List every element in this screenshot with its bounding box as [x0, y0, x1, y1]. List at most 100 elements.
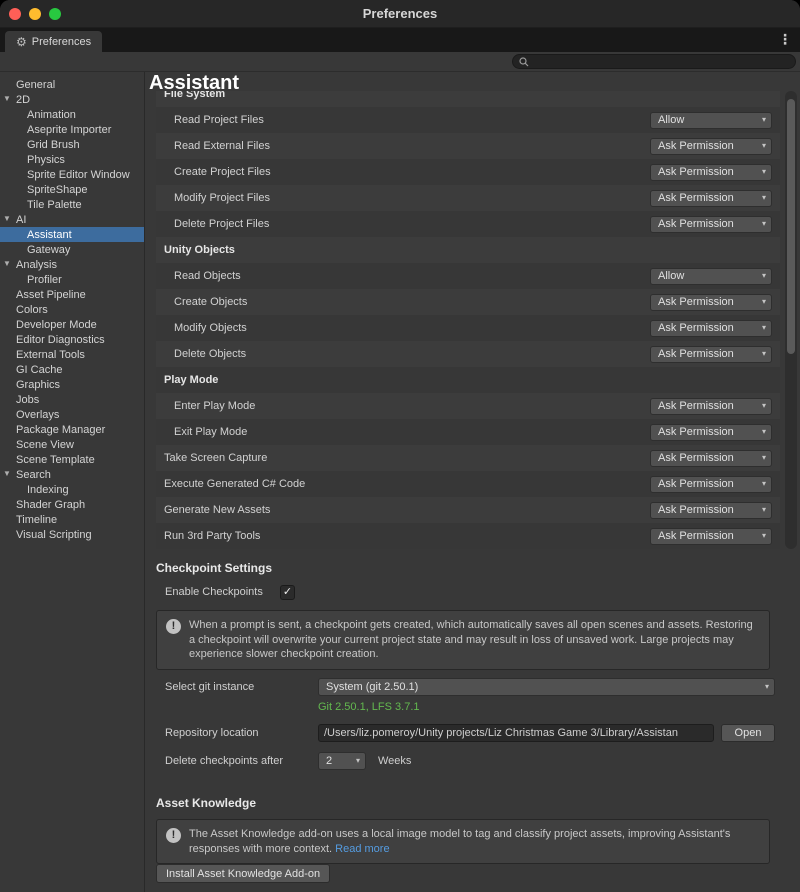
git-instance-dropdown[interactable]: System (git 2.50.1) ▾ — [318, 678, 775, 696]
permission-label: Exit Play Mode — [174, 426, 650, 438]
permission-label: Delete Project Files — [174, 218, 650, 230]
sidebar-item-label: General — [16, 79, 55, 91]
permission-dropdown[interactable]: Ask Permission ▾ — [650, 346, 772, 363]
sidebar-item[interactable]: ▼ Analysis — [0, 257, 144, 272]
sidebar-item[interactable]: ▼ Colors — [0, 302, 144, 317]
sidebar-item-label: Animation — [27, 109, 76, 121]
close-button[interactable] — [9, 8, 21, 20]
permission-dropdown[interactable]: Ask Permission ▾ — [650, 138, 772, 155]
toolbar — [0, 52, 800, 72]
permission-dropdown[interactable]: Ask Permission ▾ — [650, 450, 772, 467]
enable-checkpoints-checkbox[interactable]: ✓ — [280, 585, 295, 600]
sidebar-item[interactable]: ▼ Graphics — [0, 377, 144, 392]
sidebar-item[interactable]: ▼ Overlays — [0, 407, 144, 422]
permission-label: Create Project Files — [174, 166, 650, 178]
repository-location-label: Repository location — [165, 727, 318, 739]
sidebar-item[interactable]: ▼ GI Cache — [0, 362, 144, 377]
more-menu-button[interactable]: ⋮ — [778, 31, 792, 48]
chevron-down-icon: ▾ — [762, 272, 766, 280]
sidebar-item[interactable]: ▼ Assistant — [0, 227, 144, 242]
sidebar-item[interactable]: ▼ Sprite Editor Window — [0, 167, 144, 182]
permission-dropdown[interactable]: Ask Permission ▾ — [650, 320, 772, 337]
sidebar-item[interactable]: ▼ Aseprite Importer — [0, 122, 144, 137]
minimize-button[interactable] — [29, 8, 41, 20]
sidebar-item[interactable]: ▼ External Tools — [0, 347, 144, 362]
vertical-scrollbar[interactable] — [785, 91, 797, 549]
permission-dropdown[interactable]: Ask Permission ▾ — [650, 502, 772, 519]
sidebar-item[interactable]: ▼ Search — [0, 467, 144, 482]
permission-row: Generate New Assets Ask Permission ▾ — [156, 497, 780, 523]
delete-checkpoints-row: Delete checkpoints after 2 ▾ Weeks — [165, 752, 775, 770]
delete-after-unit: Weeks — [378, 755, 411, 767]
sidebar-item[interactable]: ▼ SpriteShape — [0, 182, 144, 197]
sidebar-item-label: GI Cache — [16, 364, 62, 376]
permission-dropdown[interactable]: Ask Permission ▾ — [650, 216, 772, 233]
sidebar-item-label: Graphics — [16, 379, 60, 391]
read-more-link[interactable]: Read more — [335, 843, 389, 855]
tab-preferences[interactable]: ⚙ Preferences — [5, 31, 102, 52]
permission-dropdown[interactable]: Allow ▾ — [650, 112, 772, 129]
dropdown-value: Ask Permission — [658, 530, 757, 542]
sidebar-item-label: Sprite Editor Window — [27, 169, 130, 181]
sidebar-item-label: AI — [16, 214, 26, 226]
sidebar-item[interactable]: ▼ Physics — [0, 152, 144, 167]
zoom-button[interactable] — [49, 8, 61, 20]
sidebar-item[interactable]: ▼ Editor Diagnostics — [0, 332, 144, 347]
permission-dropdown[interactable]: Ask Permission ▾ — [650, 190, 772, 207]
permission-dropdown[interactable]: Ask Permission ▾ — [650, 398, 772, 415]
sidebar-item[interactable]: ▼ Scene View — [0, 437, 144, 452]
permission-dropdown[interactable]: Ask Permission ▾ — [650, 424, 772, 441]
foldout-triangle-icon[interactable]: ▼ — [3, 260, 11, 268]
sidebar-item[interactable]: ▼ AI — [0, 212, 144, 227]
sidebar-item[interactable]: ▼ Package Manager — [0, 422, 144, 437]
sidebar-item[interactable]: ▼ Developer Mode — [0, 317, 144, 332]
sidebar-item[interactable]: ▼ General — [0, 77, 144, 92]
search-box[interactable] — [512, 54, 796, 69]
sidebar-item[interactable]: ▼ Asset Pipeline — [0, 287, 144, 302]
foldout-triangle-icon[interactable]: ▼ — [3, 95, 11, 103]
permission-dropdown[interactable]: Ask Permission ▾ — [650, 528, 772, 545]
sidebar-item-label: 2D — [16, 94, 30, 106]
sidebar-item[interactable]: ▼ Scene Template — [0, 452, 144, 467]
sidebar-item[interactable]: ▼ Timeline — [0, 512, 144, 527]
sidebar-item[interactable]: ▼ Indexing — [0, 482, 144, 497]
sidebar-item[interactable]: ▼ Visual Scripting — [0, 527, 144, 542]
sidebar-item[interactable]: ▼ Tile Palette — [0, 197, 144, 212]
open-button[interactable]: Open — [721, 724, 775, 742]
asset-knowledge-heading: Asset Knowledge — [156, 796, 256, 810]
install-asset-knowledge-button[interactable]: Install Asset Knowledge Add-on — [156, 864, 330, 883]
sidebar-item-label: Aseprite Importer — [27, 124, 111, 136]
scrollbar-thumb[interactable] — [787, 99, 795, 354]
search-input[interactable] — [529, 55, 789, 68]
sidebar-item[interactable]: ▼ Gateway — [0, 242, 144, 257]
sidebar-item[interactable]: ▼ Grid Brush — [0, 137, 144, 152]
dropdown-value: Ask Permission — [658, 296, 757, 308]
sidebar-item[interactable]: ▼ Shader Graph — [0, 497, 144, 512]
permission-dropdown[interactable]: Ask Permission ▾ — [650, 164, 772, 181]
asset-knowledge-info-box: ! The Asset Knowledge add-on uses a loca… — [156, 819, 770, 864]
tab-label: Preferences — [32, 36, 91, 48]
repository-location-input[interactable] — [318, 724, 714, 742]
sidebar-item[interactable]: ▼ Animation — [0, 107, 144, 122]
permission-dropdown[interactable]: Ask Permission ▾ — [650, 294, 772, 311]
sidebar-item[interactable]: ▼ 2D — [0, 92, 144, 107]
delete-after-dropdown[interactable]: 2 ▾ — [318, 752, 366, 770]
sidebar-item[interactable]: ▼ Profiler — [0, 272, 144, 287]
permission-label: Delete Objects — [174, 348, 650, 360]
permission-dropdown[interactable]: Allow ▾ — [650, 268, 772, 285]
permission-row: Exit Play Mode Ask Permission ▾ — [156, 419, 780, 445]
sidebar-item[interactable]: ▼ Jobs — [0, 392, 144, 407]
permission-row: Delete Project Files Ask Permission ▾ — [156, 211, 780, 237]
permission-dropdown[interactable]: Ask Permission ▾ — [650, 476, 772, 493]
dropdown-value: Ask Permission — [658, 218, 757, 230]
traffic-lights — [9, 8, 61, 20]
permission-row: Play Mode ▾ — [156, 367, 780, 393]
sidebar-item-label: Scene View — [16, 439, 74, 451]
permission-label: Generate New Assets — [164, 504, 650, 516]
foldout-triangle-icon[interactable]: ▼ — [3, 215, 11, 223]
sidebar-item-label: Editor Diagnostics — [16, 334, 105, 346]
foldout-triangle-icon[interactable]: ▼ — [3, 470, 11, 478]
dropdown-value: Ask Permission — [658, 348, 757, 360]
sidebar-item-label: Visual Scripting — [16, 529, 92, 541]
permission-label: Run 3rd Party Tools — [164, 530, 650, 542]
